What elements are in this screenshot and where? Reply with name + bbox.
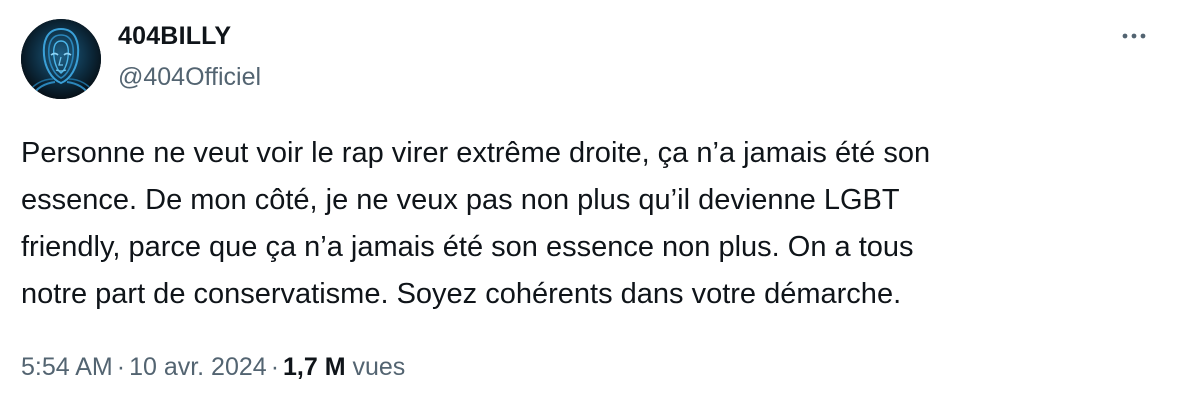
views-count: 1,7 M: [283, 353, 346, 381]
separator: ·: [116, 353, 126, 381]
tweet-card: 404BILLY @404Officiel Personne ne veut v…: [0, 0, 1179, 405]
views-label: vues: [352, 353, 406, 381]
tweet-text: Personne ne veut voir le rap virer extrê…: [21, 137, 931, 310]
tweet-time-link[interactable]: 5:54 AM · 10 avr. 2024: [21, 353, 267, 381]
avatar[interactable]: [21, 19, 101, 99]
avatar-face-portrait-icon: [21, 19, 101, 99]
separator: ·: [270, 353, 280, 381]
tweet-date: 10 avr. 2024: [129, 353, 267, 381]
tweet-metadata: 5:54 AM · 10 avr. 2024 · 1,7 M vues: [21, 351, 405, 383]
views-link[interactable]: 1,7 M vues: [283, 353, 405, 381]
more-options-button[interactable]: [1112, 22, 1156, 50]
tweet-time: 5:54 AM: [21, 353, 113, 381]
more-horizontal-icon: [1122, 33, 1146, 39]
author-handle[interactable]: @404Officiel: [118, 61, 261, 93]
author-display-name[interactable]: 404BILLY: [118, 20, 231, 52]
